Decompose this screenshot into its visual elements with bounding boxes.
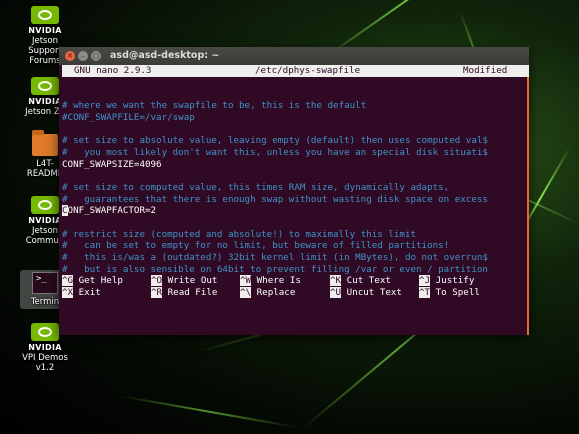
nano-version: GNU nano 2.9.3	[74, 65, 152, 76]
editor-line[interactable]: # you most likely don't want this, unles…	[62, 147, 529, 159]
window-title: asd@asd-desktop: ~	[110, 50, 220, 61]
editor-line[interactable]: CONF_SWAPFACTOR=2	[62, 205, 529, 217]
editor-line[interactable]	[62, 170, 529, 182]
nano-status: Modified	[463, 65, 508, 76]
nano-editor[interactable]: GNU nano 2.9.3 /etc/dphys-swapfile Modif…	[62, 65, 529, 335]
editor-line[interactable]: # can be set to empty for no limit, but …	[62, 240, 529, 252]
editor-line[interactable]: # set size to absolute value, leaving em…	[62, 135, 529, 147]
shortcut-where-is[interactable]: ^W Where Is	[240, 275, 301, 287]
editor-line[interactable]: # restrict size (computed and absolute!)…	[62, 229, 529, 241]
shortcut-uncut-text[interactable]: ^U Uncut Text	[330, 287, 402, 299]
editor-line[interactable]	[62, 77, 529, 89]
editor-line[interactable]: # where we want the swapfile to be, this…	[62, 100, 529, 112]
icon-label: NVIDIA	[28, 343, 62, 352]
nvidia-logo-icon	[31, 323, 59, 341]
nvidia-logo-icon	[31, 6, 59, 24]
close-icon[interactable]: ✕	[65, 51, 75, 61]
terminal-icon: >_	[32, 272, 58, 294]
editor-line[interactable]: # set size to computed value, this times…	[62, 182, 529, 194]
shortcut-row: ^G Get Help ^O Write Out ^W Where Is ^K …	[62, 275, 529, 287]
shortcut-replace[interactable]: ^\ Replace	[240, 287, 295, 299]
window-titlebar[interactable]: ✕ – □ asd@asd-desktop: ~	[59, 47, 529, 65]
nano-filename: /etc/dphys-swapfile	[255, 65, 361, 76]
editor-line[interactable]: #CONF_SWAPFILE=/var/swap	[62, 112, 529, 124]
shortcut-to-spell[interactable]: ^T To Spell	[419, 287, 480, 299]
maximize-icon[interactable]: □	[91, 51, 101, 61]
nvidia-logo-icon	[31, 77, 59, 95]
editor-content[interactable]: # where we want the swapfile to be, this…	[62, 77, 529, 276]
shortcut-read-file[interactable]: ^R Read File	[151, 287, 217, 299]
minimize-icon[interactable]: –	[78, 51, 88, 61]
folder-icon	[32, 130, 58, 156]
editor-line[interactable]	[62, 123, 529, 135]
terminal-window[interactable]: ✕ – □ asd@asd-desktop: ~ GNU nano 2.9.3 …	[59, 47, 529, 335]
icon-label: v1.2	[35, 363, 55, 373]
editor-line[interactable]: CONF_SWAPSIZE=4096	[62, 159, 529, 171]
shortcut-row: ^X Exit ^R Read File ^\ Replace ^U Uncut…	[62, 287, 529, 299]
editor-line[interactable]: # guarantees that there is enough swap w…	[62, 194, 529, 206]
icon-label: VPI Demos	[22, 353, 68, 363]
shortcut-get-help[interactable]: ^G Get Help	[62, 275, 123, 287]
shortcut-justify[interactable]: ^J Justify	[419, 275, 474, 287]
editor-line[interactable]	[62, 88, 529, 100]
editor-line[interactable]: # this is/was a (outdated?) 32bit kernel…	[62, 252, 529, 264]
shortcut-exit[interactable]: ^X Exit	[62, 287, 101, 299]
editor-line-text: ONF_SWAPFACTOR=2	[67, 205, 157, 217]
editor-line[interactable]	[62, 217, 529, 229]
nano-header-bar: GNU nano 2.9.3 /etc/dphys-swapfile Modif…	[62, 65, 529, 77]
editor-line[interactable]: # but is also sensible on 64bit to preve…	[62, 264, 529, 276]
icon-label: Jetson	[31, 36, 59, 46]
icon-label: NVIDIA	[28, 26, 62, 35]
shortcut-cut-text[interactable]: ^K Cut Text	[330, 275, 391, 287]
nvidia-logo-icon	[31, 196, 59, 214]
shortcut-write-out[interactable]: ^O Write Out	[151, 275, 217, 287]
